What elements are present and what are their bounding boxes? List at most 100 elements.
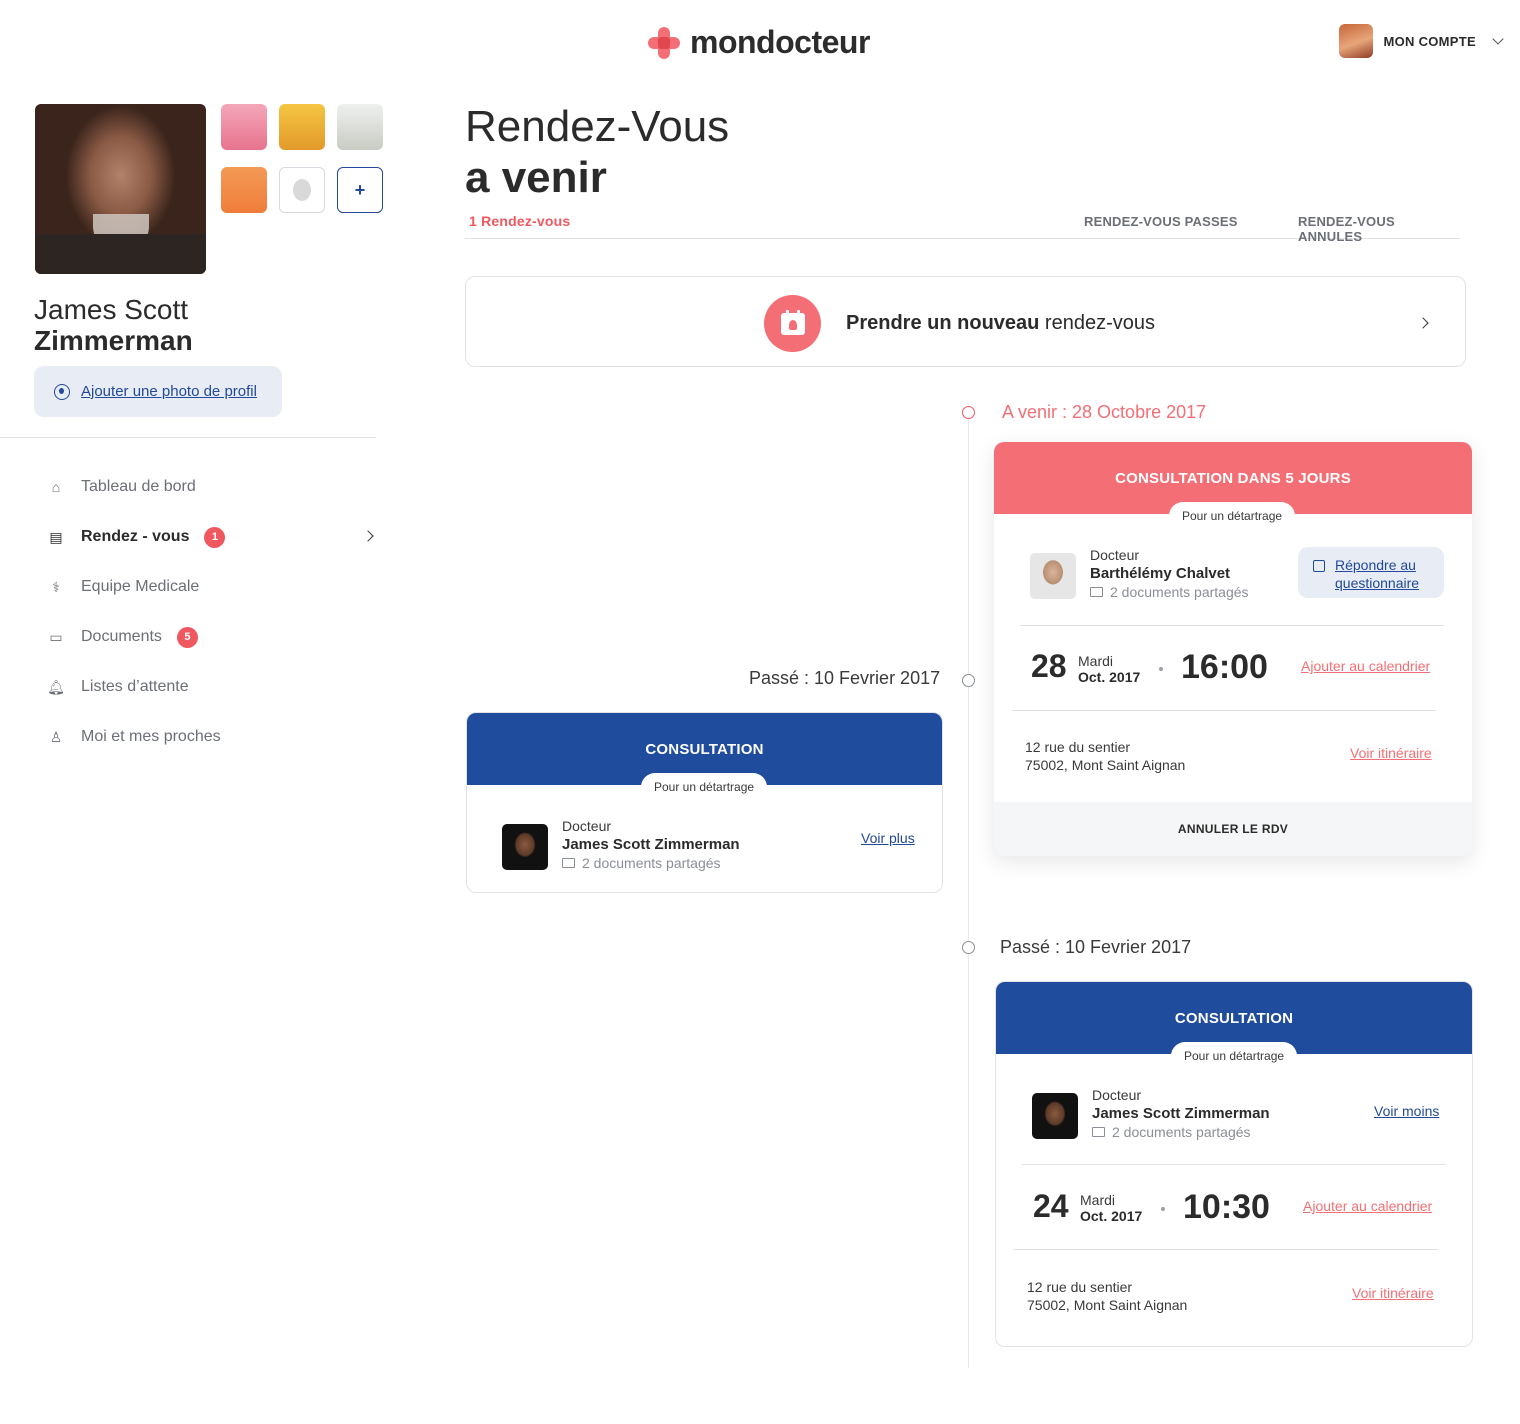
user-circle-icon	[54, 383, 70, 400]
doctor-title: Docteur	[1092, 1087, 1142, 1103]
add-to-calendar-link[interactable]: Ajouter au calendrier	[1303, 1198, 1432, 1214]
profile-last-name: Zimmerman	[34, 325, 193, 356]
timeline-label-upcoming: A venir : 28 Octobre 2017	[1002, 402, 1207, 422]
appointment-day-name: Mardi	[1078, 653, 1114, 669]
stethoscope-icon: ⚕	[52, 578, 60, 595]
chevron-right-icon	[1417, 317, 1429, 329]
sidebar-item-me-and-relatives[interactable]: ♙ Moi et mes proches	[48, 712, 380, 762]
family-avatar[interactable]	[279, 104, 325, 150]
new-appointment-button[interactable]: Prendre un nouveau rendez-vous	[465, 276, 1466, 367]
appointment-day-name: Mardi	[1080, 1192, 1116, 1208]
account-menu[interactable]: MON COMPTE	[1339, 24, 1504, 58]
user-icon: ♙	[49, 728, 63, 745]
timeline-label-past: Passé : 10 Fevrier 2017	[749, 668, 941, 688]
doctor-avatar	[1032, 1093, 1078, 1139]
itinerary-link[interactable]: Voir itinéraire	[1350, 745, 1432, 761]
doctor-name: James Scott Zimmerman	[1092, 1105, 1270, 1122]
sidebar-item-label: Rendez - vous	[81, 528, 190, 545]
appointment-month: Oct. 2017	[1078, 669, 1141, 685]
timeline-dot	[962, 406, 975, 419]
add-to-calendar-link[interactable]: Ajouter au calendrier	[1301, 658, 1430, 674]
logo-text: mondocteur	[690, 24, 870, 60]
see-more-link[interactable]: Voir plus	[861, 830, 915, 846]
reason-pill: Pour un détartrage	[1169, 502, 1296, 528]
divider	[1014, 1249, 1438, 1250]
folder-icon: ▭	[49, 628, 63, 645]
calendar-add-icon	[764, 295, 821, 352]
separator-dot	[1161, 1207, 1165, 1211]
account-label: MON COMPTE	[1383, 33, 1476, 49]
separator-dot	[1159, 667, 1163, 671]
doctor-name: Barthélémy Chalvet	[1090, 565, 1231, 582]
sidebar-item-documents[interactable]: ▭ Documents 5	[48, 612, 380, 662]
appointment-card-past-expanded: CONSULTATION Pour un détartrage Docteur …	[995, 981, 1473, 1347]
logo[interactable]: mondocteur	[648, 24, 870, 61]
family-avatar[interactable]	[221, 167, 267, 213]
sidebar-divider	[0, 437, 376, 438]
chevron-down-icon	[1492, 33, 1504, 45]
reason-pill: Pour un détartrage	[1171, 1042, 1298, 1068]
shared-documents[interactable]: 2 documents partagés	[1090, 584, 1249, 600]
sidebar-item-label: Moi et mes proches	[81, 728, 221, 745]
chevron-right-icon	[362, 530, 374, 542]
tab-past[interactable]: RENDEZ-VOUS PASSES	[1084, 214, 1238, 229]
add-member-button[interactable]: +	[337, 167, 383, 213]
doctor-avatar	[1030, 553, 1076, 599]
cancel-appointment-button[interactable]: ANNULER LE RDV	[994, 802, 1472, 856]
family-avatar[interactable]	[337, 104, 383, 150]
appointment-time: 16:00	[1181, 648, 1268, 686]
address: 12 rue du sentier 75002, Mont Saint Aign…	[1025, 739, 1186, 773]
sidebar-item-label: Listes d’attente	[81, 678, 189, 695]
appointment-time: 10:30	[1183, 1188, 1270, 1226]
family-avatars: +	[221, 104, 383, 213]
see-less-link[interactable]: Voir moins	[1374, 1103, 1439, 1119]
doctor-title: Docteur	[1090, 547, 1140, 563]
tab-upcoming[interactable]: 1 Rendez-vous	[469, 213, 570, 229]
cross-logo-icon	[648, 26, 680, 59]
itinerary-link[interactable]: Voir itinéraire	[1352, 1285, 1434, 1301]
appointment-card-upcoming: CONSULTATION DANS 5 JOURS Pour un détart…	[994, 442, 1472, 856]
divider	[1020, 625, 1444, 626]
sidebar-item-appointments[interactable]: ▤ Rendez - vous 1	[48, 512, 380, 562]
doctor-name: James Scott Zimmerman	[562, 836, 740, 853]
shared-documents[interactable]: 2 documents partagés	[1092, 1124, 1251, 1140]
sidebar-item-medical-team[interactable]: ⚕ Equipe Medicale	[48, 562, 380, 612]
shared-documents[interactable]: 2 documents partagés	[562, 855, 721, 871]
sidebar-item-waiting-lists[interactable]: 🔔︎ Listes d’attente	[47, 662, 380, 712]
doctor-title: Docteur	[562, 818, 612, 834]
sidebar-item-label: Documents	[81, 628, 162, 645]
account-avatar	[1339, 24, 1374, 58]
folder-icon	[1090, 587, 1103, 597]
folder-icon	[1092, 1127, 1105, 1137]
appointment-month: Oct. 2017	[1080, 1208, 1143, 1224]
doctor-avatar	[502, 824, 548, 870]
divider	[1012, 710, 1436, 711]
home-icon: ⌂	[51, 479, 61, 495]
doctor-row: Docteur James Scott Zimmerman 2 document…	[502, 818, 942, 878]
questionnaire-button[interactable]: Répondre au questionnaire	[1298, 547, 1444, 598]
address: 12 rue du sentier 75002, Mont Saint Aign…	[1027, 1279, 1188, 1313]
tab-cancelled[interactable]: RENDEZ-VOUS ANNULES	[1298, 214, 1460, 244]
sidebar-item-dashboard[interactable]: ⌂ Tableau de bord	[48, 462, 380, 512]
person-placeholder-icon	[293, 179, 311, 201]
appointment-card-past-collapsed: CONSULTATION Pour un détartrage Docteur …	[466, 712, 943, 893]
sidebar-item-label: Tableau de bord	[81, 478, 196, 495]
folder-icon	[562, 858, 575, 868]
timeline-line	[968, 418, 969, 1368]
bell-icon: 🔔︎	[47, 678, 65, 695]
reason-pill: Pour un détartrage	[641, 773, 768, 799]
timeline-dot	[962, 941, 975, 954]
appointment-day-number: 28	[1031, 648, 1067, 684]
page-title-line1: Rendez-Vous	[465, 102, 730, 151]
profile-first-name: James Scott	[34, 294, 189, 325]
appointment-day-number: 24	[1033, 1188, 1069, 1224]
add-photo-button[interactable]: Ajouter une photo de profil	[34, 366, 282, 417]
profile-photo	[35, 104, 206, 274]
appointments-count-badge: 1	[204, 526, 226, 548]
family-avatar-placeholder[interactable]	[279, 167, 325, 213]
documents-count-badge: 5	[176, 626, 198, 648]
divider	[1022, 1164, 1446, 1165]
family-avatar[interactable]	[221, 104, 267, 150]
timeline-label-past: Passé : 10 Fevrier 2017	[1000, 937, 1192, 957]
sidebar-nav: ⌂ Tableau de bord ▤ Rendez - vous 1 ⚕ Eq…	[47, 462, 380, 762]
